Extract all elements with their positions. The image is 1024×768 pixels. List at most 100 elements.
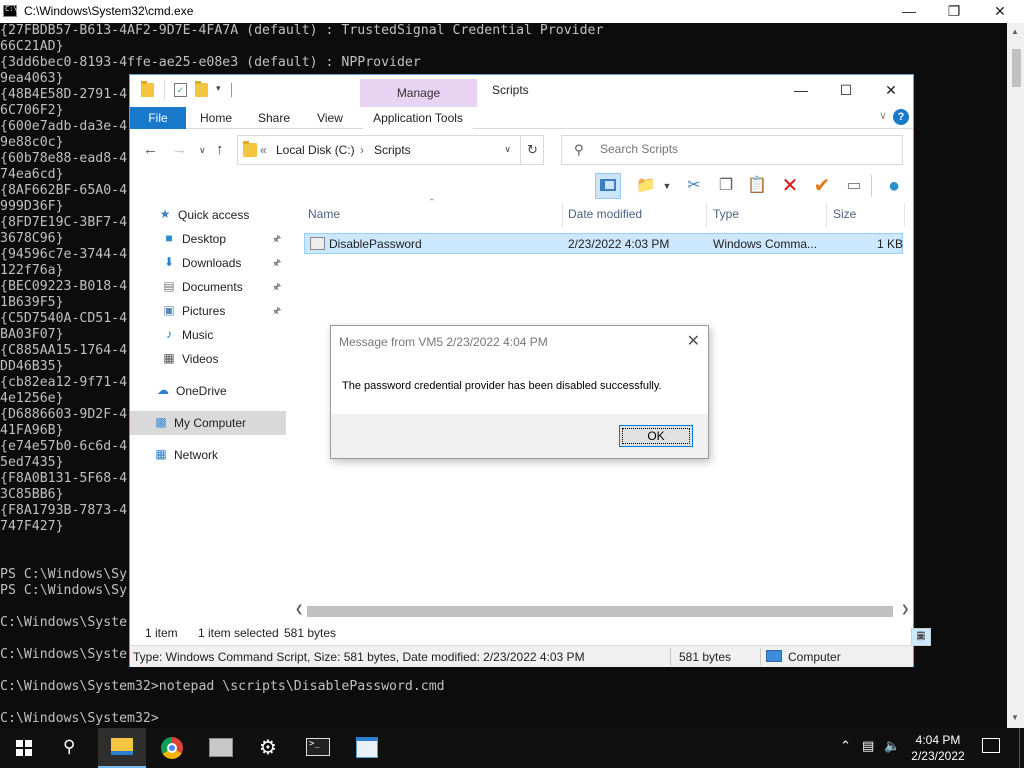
tab-application-tools[interactable]: Application Tools xyxy=(363,107,473,129)
globe-icon[interactable]: ● xyxy=(881,173,907,199)
column-header-type[interactable]: Type xyxy=(713,207,739,221)
nav-item-music[interactable]: ♪ Music xyxy=(130,323,286,347)
cmd-line: {3dd6bec0-8193-4ffe-ae25-e08e3 (default)… xyxy=(0,55,421,70)
ok-button[interactable]: OK xyxy=(619,425,693,447)
start-button[interactable] xyxy=(0,728,48,768)
search-box[interactable]: ⚲ xyxy=(561,135,903,165)
new-item-dropdown-icon[interactable]: ▼ xyxy=(654,173,680,199)
back-icon[interactable]: ← xyxy=(143,141,158,158)
close-icon[interactable]: ✕ xyxy=(868,79,914,103)
nav-item-downloads[interactable]: ⬇ Downloads 🖈 xyxy=(130,251,286,275)
paste-icon[interactable]: 📋 xyxy=(744,173,770,199)
taskbar-settings[interactable]: ⚙ xyxy=(245,728,293,768)
ribbon-tabs: File Home Share View Application Tools ∨… xyxy=(130,107,913,129)
breadcrumb-local-disk[interactable]: Local Disk (C:) xyxy=(276,143,355,157)
breadcrumb-overflow-icon[interactable]: « xyxy=(260,143,267,157)
taskbar-file-explorer[interactable] xyxy=(98,728,146,768)
forward-icon[interactable]: → xyxy=(172,141,187,158)
close-icon[interactable]: ✕ xyxy=(687,331,700,351)
large-icons-view-icon[interactable]: ▣ xyxy=(911,628,931,646)
tab-file[interactable]: File xyxy=(130,107,186,129)
network-icon[interactable]: ▤ xyxy=(862,738,874,754)
details-text: Type: Windows Command Script, Size: 581 … xyxy=(133,650,585,664)
up-icon[interactable]: ↑ xyxy=(216,141,224,158)
rename-icon[interactable]: ▭ xyxy=(841,173,867,199)
rename-check-icon[interactable]: ✔ xyxy=(809,173,835,199)
column-separator[interactable] xyxy=(562,203,563,227)
scroll-left-icon[interactable]: ❮ xyxy=(295,604,303,615)
properties-icon[interactable]: ✓ xyxy=(174,83,187,97)
preview-pane-icon[interactable] xyxy=(595,173,621,199)
recent-locations-icon[interactable]: ∨ xyxy=(199,145,206,156)
taskbar-server-manager[interactable] xyxy=(197,728,245,768)
nav-item-my-computer[interactable]: ▩ My Computer xyxy=(130,411,286,435)
dialog-title-bar[interactable]: Message from VM5 2/23/2022 4:04 PM ✕ xyxy=(331,326,708,356)
column-separator[interactable] xyxy=(904,203,905,227)
dialog-message: The password credential provider has bee… xyxy=(342,380,662,392)
volume-icon[interactable]: 🔈 xyxy=(884,738,900,754)
address-bar[interactable]: « Local Disk (C:) › Scripts ∨ xyxy=(237,135,544,165)
details-size: 581 bytes xyxy=(679,650,732,664)
nav-item-network[interactable]: ▦ Network xyxy=(130,443,286,467)
tab-share[interactable]: Share xyxy=(250,107,298,129)
column-separator[interactable] xyxy=(826,203,827,227)
refresh-icon[interactable]: ↻ xyxy=(520,135,544,165)
horizontal-scrollbar[interactable]: ❮ ❯ xyxy=(293,603,913,620)
clock[interactable]: 4:04 PM 2/23/2022 xyxy=(906,732,970,764)
scroll-down-icon[interactable]: ▼ xyxy=(1011,713,1019,722)
explorer-window-title: Scripts xyxy=(492,83,529,97)
tab-view[interactable]: View xyxy=(308,107,352,129)
nav-item-desktop[interactable]: ■ Desktop 🖈 xyxy=(130,227,286,251)
maximize-icon[interactable]: ☐ xyxy=(823,79,869,103)
help-icon[interactable]: ? xyxy=(893,109,909,125)
column-header-date-modified[interactable]: Date modified xyxy=(568,207,642,221)
cmd-line xyxy=(0,695,1007,711)
show-desktop-button[interactable] xyxy=(1019,728,1024,768)
cmd-line: C:\Windows\System32> xyxy=(0,711,159,726)
file-row-disablepassword[interactable]: DisablePassword 2/23/2022 4:03 PM Window… xyxy=(304,233,903,254)
qat-customize-icon[interactable]: ▾ xyxy=(216,83,221,94)
nav-item-videos[interactable]: ▦ Videos xyxy=(130,347,286,371)
address-dropdown-icon[interactable]: ∨ xyxy=(504,144,511,155)
nav-item-label: Network xyxy=(174,448,219,462)
taskbar-chrome[interactable] xyxy=(148,728,196,768)
delete-icon[interactable]: ✕ xyxy=(777,173,803,199)
close-icon[interactable]: ✕ xyxy=(977,0,1023,23)
breadcrumb-scripts[interactable]: Scripts xyxy=(374,143,411,157)
tab-manage[interactable]: Manage xyxy=(360,79,477,107)
cmd-script-icon xyxy=(310,237,325,250)
scroll-thumb[interactable] xyxy=(1012,49,1021,87)
copy-icon[interactable]: ❐ xyxy=(713,173,739,199)
cut-icon[interactable]: ✂ xyxy=(681,173,707,199)
nav-item-documents[interactable]: ▤ Documents 🖈 xyxy=(130,275,286,299)
explorer-title-bar[interactable]: ✓ ▾ Manage Scripts — ☐ ✕ xyxy=(130,75,913,107)
search-button[interactable]: ⚲ xyxy=(48,728,96,768)
cmd-title-bar[interactable]: C:\Windows\System32\cmd.exe — ❐ ✕ xyxy=(0,0,1024,23)
tab-home[interactable]: Home xyxy=(191,107,241,129)
column-header-name[interactable]: Name xyxy=(308,207,340,221)
search-input[interactable] xyxy=(600,142,890,156)
scroll-right-icon[interactable]: ❯ xyxy=(901,604,909,615)
column-separator[interactable] xyxy=(706,203,707,227)
nav-item-onedrive[interactable]: ☁ OneDrive xyxy=(130,379,286,403)
nav-item-pictures[interactable]: ▣ Pictures 🖈 xyxy=(130,299,286,323)
message-dialog[interactable]: Message from VM5 2/23/2022 4:04 PM ✕ The… xyxy=(330,325,709,459)
details-bar: Type: Windows Command Script, Size: 581 … xyxy=(130,645,913,667)
dialog-body: The password credential provider has bee… xyxy=(331,356,708,414)
scroll-thumb[interactable] xyxy=(307,606,893,617)
taskbar-powershell[interactable]: >_ xyxy=(294,728,342,768)
minimize-icon[interactable]: — xyxy=(778,79,824,103)
minimize-icon[interactable]: — xyxy=(886,0,932,23)
action-center-icon[interactable] xyxy=(982,738,1000,753)
column-header-size[interactable]: Size xyxy=(833,207,856,221)
documents-icon: ▤ xyxy=(163,279,175,293)
maximize-icon[interactable]: ❐ xyxy=(931,0,977,23)
new-folder-icon[interactable] xyxy=(195,81,208,97)
scroll-up-icon[interactable]: ▲ xyxy=(1011,27,1019,36)
nav-item-label: Documents xyxy=(182,280,243,294)
nav-item-quick-access[interactable]: ★ Quick access xyxy=(130,203,286,227)
taskbar-notepad[interactable] xyxy=(343,728,391,768)
show-hidden-icons-icon[interactable]: ⌃ xyxy=(840,738,851,754)
ribbon-expand-icon[interactable]: ∨ xyxy=(879,109,887,122)
cmd-scrollbar[interactable]: ▲ ▼ xyxy=(1007,23,1024,728)
